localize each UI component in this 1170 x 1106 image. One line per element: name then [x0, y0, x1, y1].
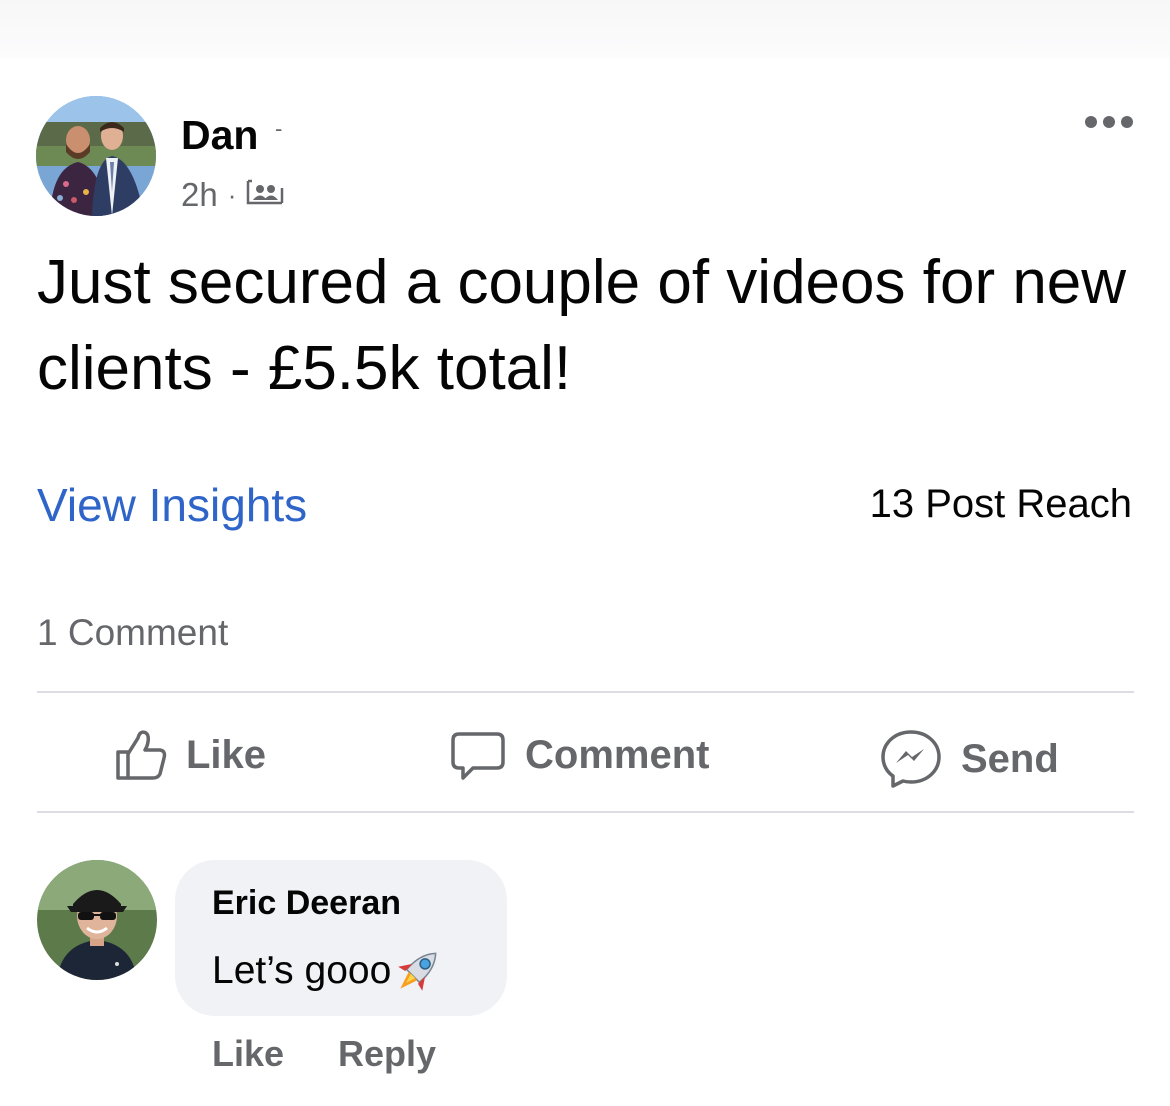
send-button[interactable]: Send [879, 728, 1059, 790]
meta-separator: · [227, 179, 237, 210]
group-audience-icon[interactable] [246, 176, 284, 214]
post-timestamp[interactable]: 2h [181, 176, 218, 214]
post-reach: 13 Post Reach [869, 482, 1132, 526]
like-button-label: Like [186, 732, 267, 777]
comment-text: Let’s gooo [212, 949, 392, 992]
send-button-label: Send [961, 736, 1059, 781]
comments-count[interactable]: 1 Comment [37, 612, 228, 654]
comment-reply-link[interactable]: Reply [338, 1033, 436, 1075]
comment-button-label: Comment [525, 732, 710, 777]
post-author-name[interactable]: Dan [181, 112, 258, 159]
rocket-icon [398, 952, 437, 991]
comment-text-row: Let’s gooo [212, 944, 445, 998]
divider-top [37, 691, 1134, 693]
author-avatar[interactable] [36, 96, 156, 216]
top-band [0, 0, 1170, 58]
divider-bottom [37, 811, 1134, 813]
thumbs-up-icon [116, 730, 167, 780]
post-text: Just secured a couple of videos for new … [37, 248, 1127, 403]
more-options-icon[interactable] [1085, 116, 1133, 128]
comment-button[interactable]: Comment [449, 728, 709, 782]
commenter-avatar[interactable] [37, 860, 157, 980]
view-insights-link[interactable]: View Insights [37, 478, 307, 532]
comment-like-link[interactable]: Like [212, 1033, 284, 1075]
comment-author-name[interactable]: Eric Deeran [212, 884, 401, 923]
author-name-dot: - [275, 116, 283, 141]
like-button[interactable]: Like [114, 728, 266, 782]
messenger-icon [881, 730, 941, 788]
post-meta: 2h · [181, 176, 284, 214]
comment-bubble-icon [451, 732, 505, 780]
